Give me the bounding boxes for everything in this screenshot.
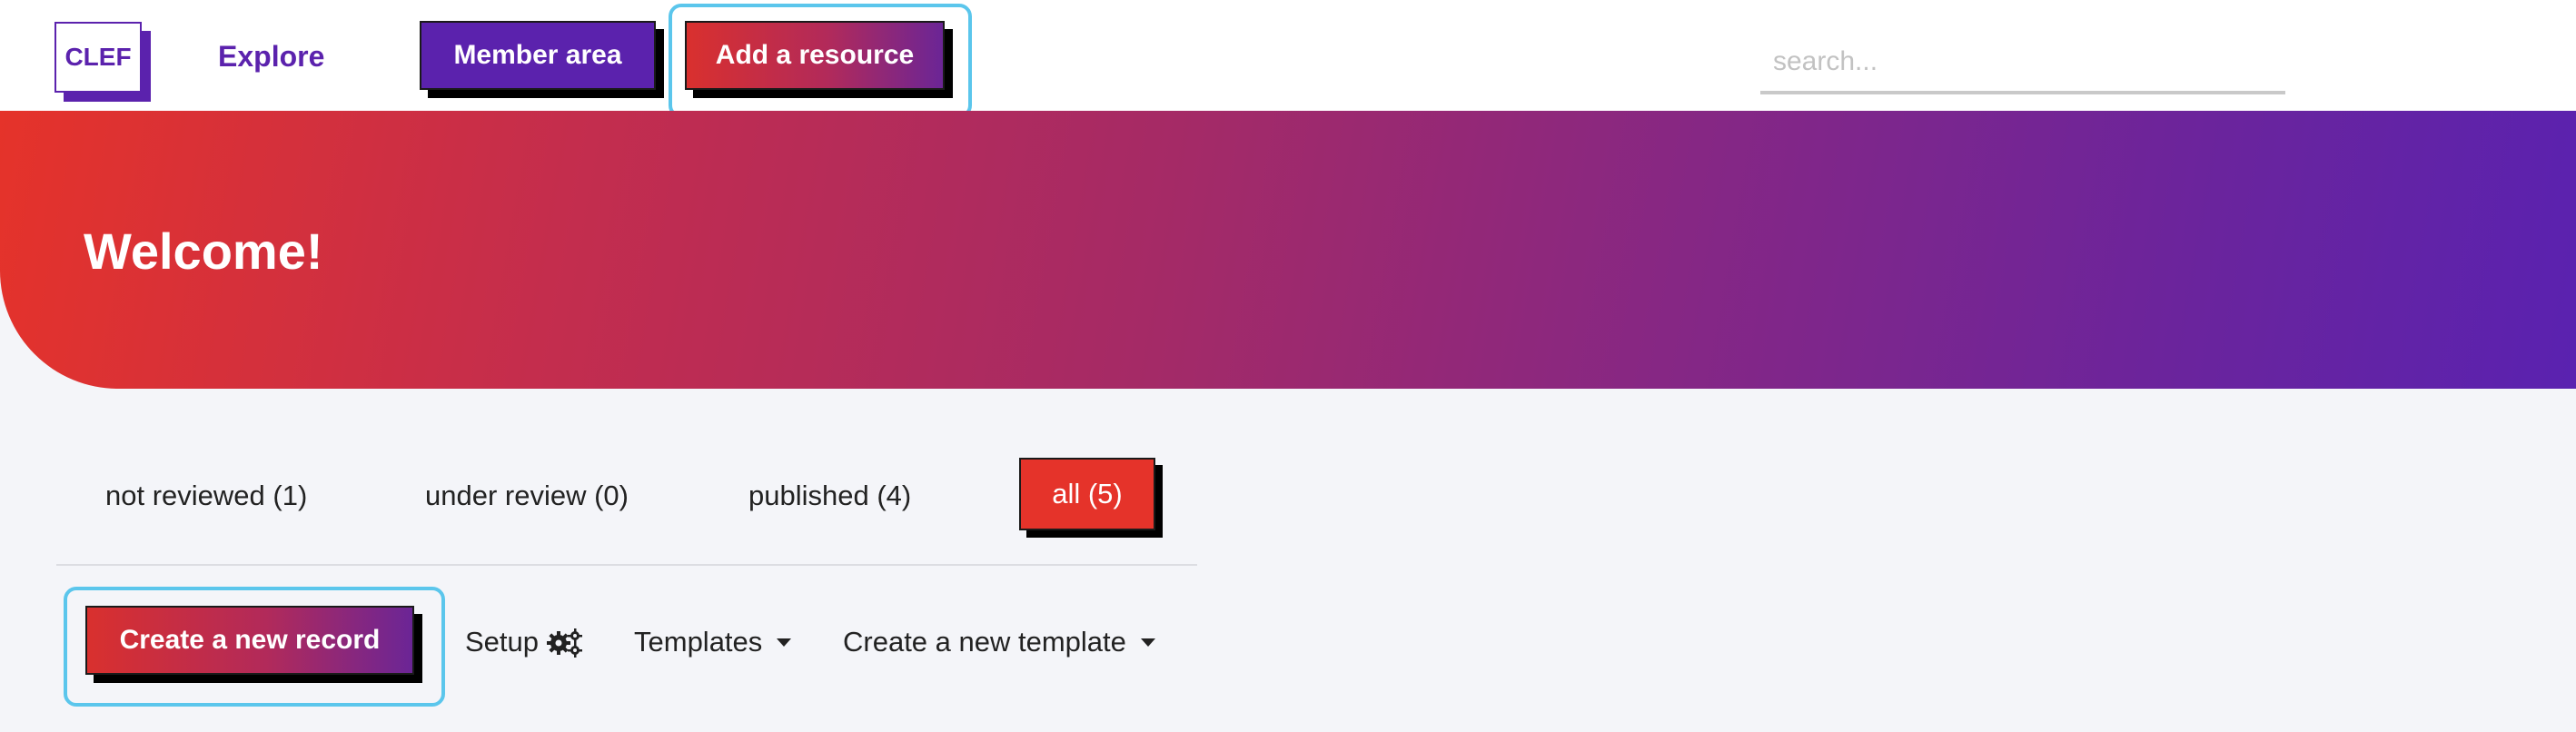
templates-dropdown[interactable]: Templates (634, 619, 792, 665)
create-record-button[interactable]: Create a new record (85, 606, 414, 675)
nav-explore-link[interactable]: Explore (218, 36, 324, 76)
tab-not-reviewed[interactable]: not reviewed (1) (105, 472, 307, 519)
member-area-button[interactable]: Member area (420, 21, 656, 90)
gears-icon (546, 627, 584, 658)
tabs-divider (56, 564, 1197, 566)
caret-down-icon (777, 638, 792, 647)
setup-link[interactable]: Setup (465, 619, 584, 665)
record-status-tabs: not reviewed (1) under review (0) publis… (56, 458, 1195, 567)
templates-label: Templates (634, 626, 763, 658)
welcome-banner: Welcome! (0, 111, 2576, 389)
tab-all[interactable]: all (5) (1019, 458, 1155, 530)
logo-text: CLEF (54, 22, 142, 93)
records-toolbar: Create a new record Setup Templates Crea… (0, 581, 2576, 732)
search-input[interactable] (1760, 33, 2285, 94)
create-template-dropdown[interactable]: Create a new template (843, 619, 1155, 665)
create-template-label: Create a new template (843, 626, 1126, 658)
setup-label: Setup (465, 626, 540, 658)
page-title: Welcome! (84, 223, 323, 280)
logo[interactable]: CLEF (54, 22, 151, 102)
tab-published[interactable]: published (4) (748, 472, 911, 519)
add-resource-button[interactable]: Add a resource (685, 21, 945, 90)
top-navbar: CLEF Explore Member area Add a resource (0, 0, 2576, 118)
caret-down-icon (1140, 638, 1155, 647)
tab-under-review[interactable]: under review (0) (425, 472, 629, 519)
